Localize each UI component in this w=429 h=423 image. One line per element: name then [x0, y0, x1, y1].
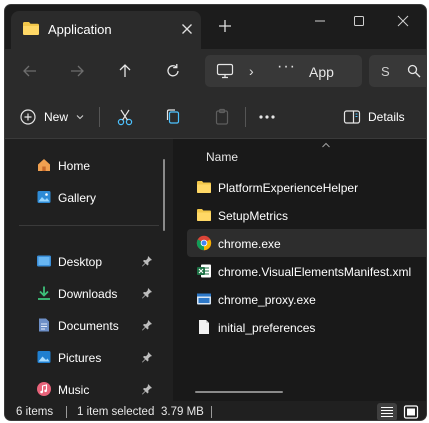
folder-icon: [197, 209, 211, 221]
details-pane-icon[interactable]: [343, 107, 361, 127]
tab-application[interactable]: Application: [11, 11, 201, 49]
details-view-button[interactable]: [377, 403, 397, 420]
search-box[interactable]: S: [369, 55, 426, 87]
status-separator: [211, 406, 212, 418]
cut-icon[interactable]: [116, 107, 134, 127]
paste-icon[interactable]: [213, 107, 231, 127]
tab-title: Application: [48, 22, 112, 37]
file-row[interactable]: chrome_proxy.exe: [187, 285, 426, 313]
close-tab-icon[interactable]: [179, 21, 195, 37]
gallery-icon: [37, 191, 51, 203]
navigation-bar: › ··· App S: [5, 49, 426, 95]
file-row[interactable]: SetupMetrics: [187, 201, 426, 229]
details-button[interactable]: Details: [368, 110, 405, 124]
pin-icon[interactable]: [141, 319, 153, 331]
exe-window-icon: [197, 293, 211, 305]
file-icon: [199, 320, 209, 334]
pin-icon[interactable]: [141, 287, 153, 299]
pictures-icon: [37, 351, 51, 363]
maximize-icon[interactable]: [349, 11, 369, 31]
sidebar-item-desktop[interactable]: Desktop: [5, 247, 165, 275]
navigation-pane: Home Gallery Desktop Downloads Documents…: [5, 139, 173, 401]
column-header-name[interactable]: Name: [206, 150, 238, 164]
file-list: Name PlatformExperienceHelper SetupMetri…: [173, 139, 426, 401]
status-separator: [66, 406, 67, 418]
desktop-icon: [37, 255, 51, 267]
minimize-icon[interactable]: [310, 11, 330, 31]
file-name: chrome.VisualElementsManifest.xml: [218, 265, 412, 279]
file-row[interactable]: initial_preferences: [187, 313, 426, 341]
documents-icon: [39, 318, 49, 332]
breadcrumb-current[interactable]: App: [309, 64, 334, 80]
refresh-icon[interactable]: [164, 62, 182, 80]
search-icon[interactable]: [407, 64, 421, 78]
music-icon: [37, 382, 51, 396]
folder-icon: [23, 22, 39, 35]
downloads-icon: [38, 286, 50, 300]
breadcrumb-more-icon[interactable]: ···: [277, 58, 296, 76]
sidebar-item-label: Gallery: [58, 191, 97, 205]
address-bar[interactable]: › ··· App: [205, 55, 362, 87]
sidebar-divider: [19, 225, 159, 226]
sidebar-item-gallery[interactable]: Gallery: [5, 183, 165, 211]
folder-icon: [197, 181, 211, 193]
sidebar-item-home[interactable]: Home: [5, 151, 165, 179]
title-bar: Application: [5, 5, 426, 49]
sidebar-scrollbar[interactable]: [163, 159, 165, 231]
sidebar-item-label: Desktop: [58, 255, 103, 269]
up-arrow-icon[interactable]: [116, 62, 134, 80]
forward-arrow-icon[interactable]: [68, 62, 86, 80]
new-tab-icon[interactable]: [217, 18, 233, 34]
file-row-selected[interactable]: chrome.exe: [187, 229, 426, 257]
sort-ascending-icon[interactable]: [321, 141, 331, 149]
back-arrow-icon[interactable]: [21, 62, 39, 80]
home-icon: [38, 159, 50, 171]
command-bar: New Details: [5, 95, 426, 139]
sidebar-item-label: Downloads: [58, 287, 118, 301]
status-bar: 6 items 1 item selected 3.79 MB: [5, 401, 426, 420]
more-options-icon[interactable]: [257, 107, 277, 127]
file-name: chrome_proxy.exe: [218, 293, 316, 307]
file-row[interactable]: PlatformExperienceHelper: [187, 173, 426, 201]
chevron-down-icon[interactable]: [75, 107, 85, 127]
new-plus-icon[interactable]: [19, 107, 37, 127]
sidebar-item-label: Pictures: [58, 351, 102, 365]
sidebar-item-music[interactable]: Music: [5, 375, 165, 403]
status-size: 3.79 MB: [161, 406, 204, 418]
copy-icon[interactable]: [164, 107, 182, 127]
command-separator: [245, 107, 246, 127]
pin-icon[interactable]: [141, 383, 153, 395]
horizontal-scrollbar[interactable]: [195, 391, 283, 393]
file-explorer-window: Application › ··· App S New Details Home…: [4, 4, 427, 421]
file-name: initial_preferences: [218, 321, 316, 335]
file-name: SetupMetrics: [218, 209, 289, 223]
file-row[interactable]: chrome.VisualElementsManifest.xml: [187, 257, 426, 285]
this-pc-icon[interactable]: [216, 63, 234, 79]
file-name: PlatformExperienceHelper: [218, 181, 359, 195]
status-item-count: 6 items: [16, 406, 54, 418]
tiles-view-button[interactable]: [401, 403, 421, 420]
sidebar-item-pictures[interactable]: Pictures: [5, 343, 165, 371]
details-view-icon: [381, 406, 393, 418]
sidebar-item-label: Home: [58, 159, 91, 173]
command-separator: [99, 107, 100, 127]
close-icon[interactable]: [393, 11, 413, 31]
sidebar-item-label: Music: [58, 383, 90, 397]
sidebar-item-downloads[interactable]: Downloads: [5, 279, 165, 307]
status-selection: 1 item selected: [77, 406, 155, 418]
pin-icon[interactable]: [141, 351, 153, 363]
search-input[interactable]: S: [381, 64, 390, 79]
file-name: chrome.exe: [218, 237, 281, 251]
new-button[interactable]: New: [44, 110, 68, 124]
breadcrumb-chevron-icon[interactable]: ›: [249, 63, 254, 79]
excel-xml-icon: [197, 264, 211, 278]
sidebar-item-label: Documents: [58, 319, 119, 333]
pin-icon[interactable]: [141, 255, 153, 267]
chrome-icon: [196, 235, 212, 251]
sidebar-item-documents[interactable]: Documents: [5, 311, 165, 339]
tiles-view-icon: [403, 405, 419, 419]
